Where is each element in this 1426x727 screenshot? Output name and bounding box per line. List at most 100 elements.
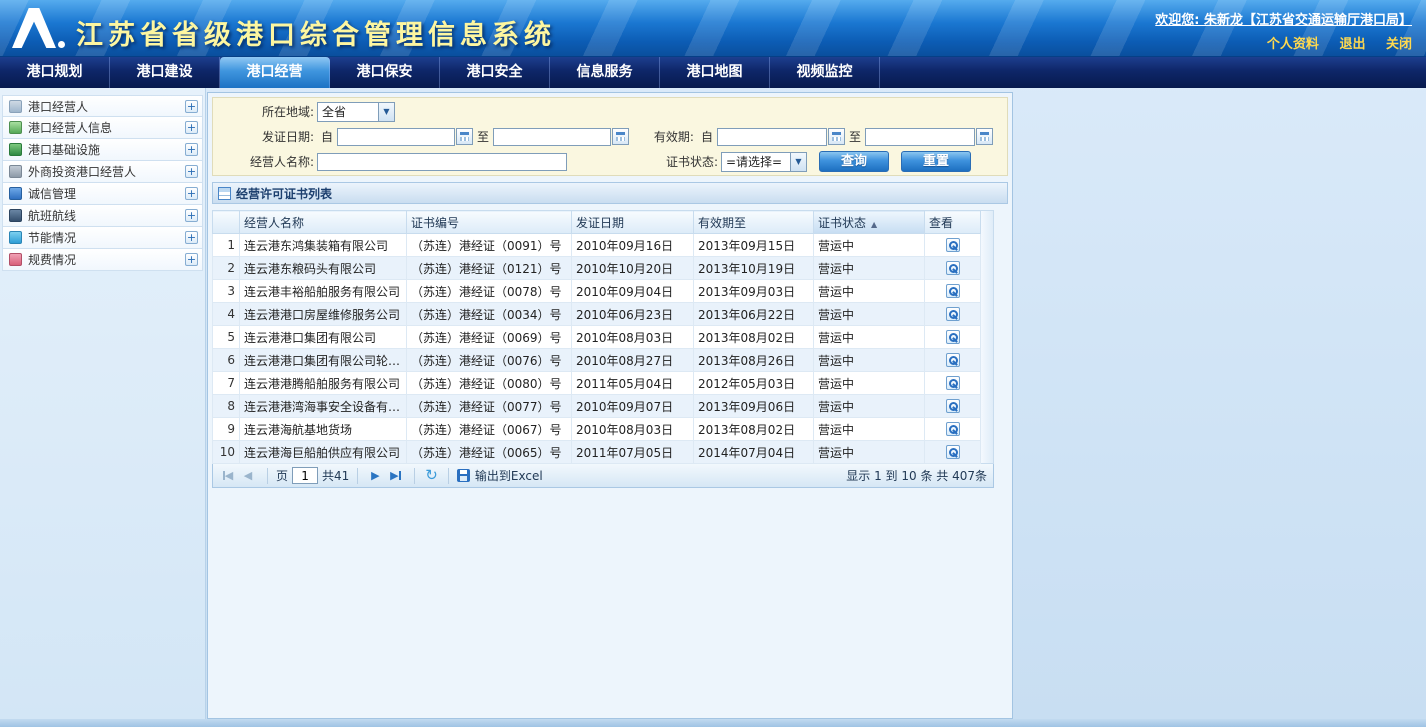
expand-plus-button[interactable]: + — [185, 165, 198, 178]
nav-tab-label: 港口安全 — [467, 64, 523, 80]
operator-name-input[interactable] — [317, 153, 567, 171]
nav-tab-0[interactable]: 港口规划 — [0, 57, 110, 88]
sidebar-item-0[interactable]: 港口经营人+ — [2, 95, 203, 117]
view-icon[interactable] — [946, 238, 960, 252]
logout-link[interactable]: 退出 — [1339, 37, 1365, 52]
operator-name-cell: 连云港东鸿集装箱有限公司 — [240, 234, 407, 257]
issue-date-from-input[interactable] — [337, 128, 455, 146]
expand-plus-button[interactable]: + — [185, 143, 198, 156]
chevron-down-icon: ▼ — [790, 153, 806, 171]
issue-date-to-input[interactable] — [493, 128, 611, 146]
search-row-dates: 发证日期: 自 至 有效期: 自 至 — [217, 124, 1003, 149]
view-cell — [925, 257, 981, 280]
col-valid-until[interactable]: 有效期至 — [694, 211, 814, 234]
nav-tab-5[interactable]: 信息服务 — [550, 57, 660, 88]
sidebar-item-7[interactable]: 规费情况+ — [2, 249, 203, 271]
nav-tab-3[interactable]: 港口保安 — [330, 57, 440, 88]
search-form: 所在地域: 全省 ▼ 发证日期: 自 至 有效期: 自 — [212, 97, 1008, 176]
certificate-number-cell: （苏连）港经证（0091）号 — [407, 234, 572, 257]
calendar-icon[interactable] — [612, 128, 629, 145]
sidebar-item-3[interactable]: 外商投资港口经营人+ — [2, 161, 203, 183]
certificate-status-cell: 营运中 — [814, 395, 925, 418]
globe-icon — [9, 231, 22, 244]
issue-date-cell: 2010年09月04日 — [572, 280, 694, 303]
valid-until-cell: 2013年09月03日 — [694, 280, 814, 303]
calendar-icon[interactable] — [828, 128, 845, 145]
main-panel: 所在地域: 全省 ▼ 发证日期: 自 至 有效期: 自 — [207, 92, 1013, 719]
sidebar-item-4[interactable]: 诚信管理+ — [2, 183, 203, 205]
view-icon[interactable] — [946, 284, 960, 298]
table-row[interactable]: 5连云港港口集团有限公司（苏连）港经证（0069）号2010年08月03日201… — [213, 326, 981, 349]
table-row[interactable]: 4连云港港口房屋维修服务公司（苏连）港经证（0034）号2010年06月23日2… — [213, 303, 981, 326]
valid-from-input[interactable] — [717, 128, 827, 146]
table-row[interactable]: 9连云港海航基地货场（苏连）港经证（0067）号2010年08月03日2013年… — [213, 418, 981, 441]
sidebar-item-6[interactable]: 节能情况+ — [2, 227, 203, 249]
prev-page-button[interactable]: ◀ — [239, 467, 257, 485]
grid-body: 1连云港东鸿集装箱有限公司（苏连）港经证（0091）号2010年09月16日20… — [213, 234, 981, 464]
first-page-button[interactable]: ◀ — [219, 467, 237, 485]
view-icon[interactable] — [946, 422, 960, 436]
table-row[interactable]: 6连云港港口集团有限公司轮驳...（苏连）港经证（0076）号2010年08月2… — [213, 349, 981, 372]
sidebar-item-2[interactable]: 港口基础设施+ — [2, 139, 203, 161]
table-header-row: 经营人名称 证书编号 发证日期 有效期至 证书状态▲ 查看 — [213, 211, 981, 234]
table-row[interactable]: 8连云港港湾海事安全设备有限...（苏连）港经证（0077）号2010年09月0… — [213, 395, 981, 418]
expand-plus-button[interactable]: + — [185, 187, 198, 200]
calendar-icon[interactable] — [456, 128, 473, 145]
save-disk-icon[interactable] — [457, 469, 470, 482]
record-count-summary: 显示 1 到 10 条 共 407条 — [846, 467, 987, 484]
sidebar-item-1[interactable]: 港口经营人信息+ — [2, 117, 203, 139]
sidebar-item-5[interactable]: 航班航线+ — [2, 205, 203, 227]
last-page-button[interactable]: ▶ — [386, 467, 404, 485]
profile-link[interactable]: 个人资料 — [1267, 37, 1319, 52]
view-icon[interactable] — [946, 376, 960, 390]
chevron-down-icon: ▼ — [378, 103, 394, 121]
reset-button[interactable]: 重置 — [901, 151, 971, 172]
grid-title: 经营许可证书列表 — [236, 185, 332, 202]
nav-tab-4[interactable]: 港口安全 — [440, 57, 550, 88]
certificate-number-cell: （苏连）港经证（0034）号 — [407, 303, 572, 326]
view-icon[interactable] — [946, 261, 960, 275]
view-icon[interactable] — [946, 399, 960, 413]
table-row[interactable]: 3连云港丰裕船舶服务有限公司（苏连）港经证（0078）号2010年09月04日2… — [213, 280, 981, 303]
col-cert-number[interactable]: 证书编号 — [407, 211, 572, 234]
col-issue-date[interactable]: 发证日期 — [572, 211, 694, 234]
table-row[interactable]: 1连云港东鸿集装箱有限公司（苏连）港经证（0091）号2010年09月16日20… — [213, 234, 981, 257]
expand-plus-button[interactable]: + — [185, 231, 198, 244]
table-row[interactable]: 7连云港港腾船舶服务有限公司（苏连）港经证（0080）号2011年05月04日2… — [213, 372, 981, 395]
next-page-button[interactable]: ▶ — [366, 467, 384, 485]
table-scrollbar[interactable] — [981, 210, 994, 464]
view-icon[interactable] — [946, 307, 960, 321]
query-button[interactable]: 查询 — [819, 151, 889, 172]
expand-plus-button[interactable]: + — [185, 253, 198, 266]
view-cell — [925, 441, 981, 464]
issue-date-cell: 2010年08月03日 — [572, 418, 694, 441]
view-icon[interactable] — [946, 330, 960, 344]
cert-status-select[interactable]: =请选择= ▼ — [721, 152, 807, 172]
nav-tab-2[interactable]: 港口经营 — [220, 57, 330, 88]
col-status[interactable]: 证书状态▲ — [814, 211, 925, 234]
table-row[interactable]: 10连云港海巨船舶供应有限公司（苏连）港经证（0065）号2011年07月05日… — [213, 441, 981, 464]
nav-tab-1[interactable]: 港口建设 — [110, 57, 220, 88]
nav-tab-6[interactable]: 港口地图 — [660, 57, 770, 88]
table-row[interactable]: 2连云港东粮码头有限公司（苏连）港经证（0121）号2010年10月20日201… — [213, 257, 981, 280]
view-cell — [925, 418, 981, 441]
expand-plus-button[interactable]: + — [185, 209, 198, 222]
close-link[interactable]: 关闭 — [1386, 37, 1412, 52]
region-select[interactable]: 全省 ▼ — [317, 102, 395, 122]
row-number: 2 — [213, 257, 240, 280]
calendar-icon[interactable] — [976, 128, 993, 145]
export-excel-button[interactable]: 输出到Excel — [475, 467, 543, 484]
welcome-text: 欢迎您: 朱新龙【江苏省交通运输厅港口局】 — [1155, 9, 1412, 28]
col-operator-name[interactable]: 经营人名称 — [240, 211, 407, 234]
expand-plus-button[interactable]: + — [185, 100, 198, 113]
view-icon[interactable] — [946, 353, 960, 367]
view-icon[interactable] — [946, 445, 960, 459]
pagination-bar: ◀ ◀ 页 共41 ▶ ▶ ↻ 输出到Excel 显示 1 到 10 条 共 4… — [212, 464, 994, 488]
valid-to-input[interactable] — [865, 128, 975, 146]
expand-plus-button[interactable]: + — [185, 121, 198, 134]
row-number: 10 — [213, 441, 240, 464]
nav-tab-7[interactable]: 视频监控 — [770, 57, 880, 88]
valid-until-cell: 2012年05月03日 — [694, 372, 814, 395]
refresh-icon[interactable]: ↻ — [425, 468, 438, 483]
page-number-input[interactable] — [292, 467, 318, 484]
